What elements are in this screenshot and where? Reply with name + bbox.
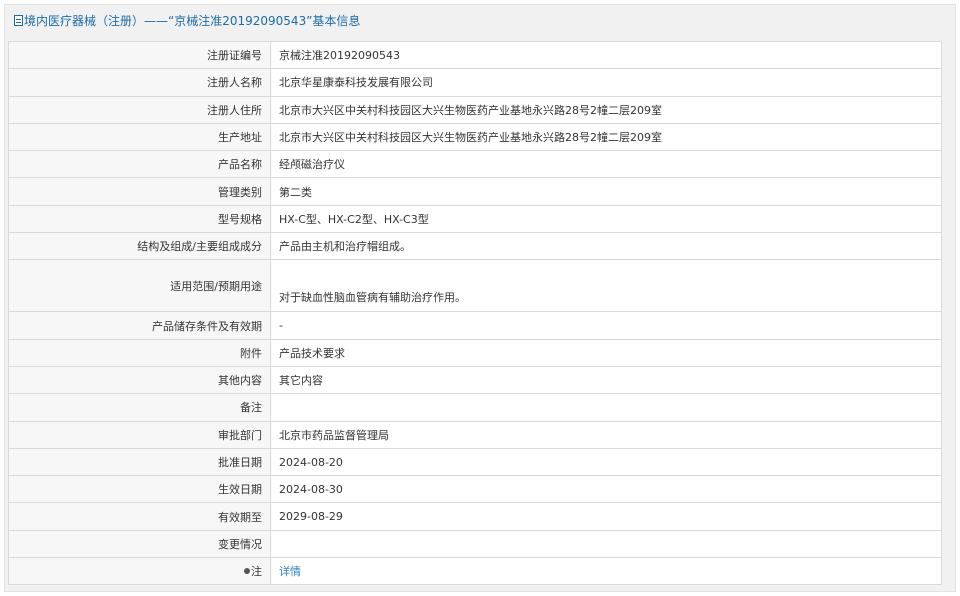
row-label: 产品储存条件及有效期 [8, 311, 271, 340]
details-link[interactable]: 详情 [279, 565, 301, 578]
bullet-icon [244, 568, 250, 575]
row-value: 北京市大兴区中关村科技园区大兴生物医药产业基地永兴路28号2幢二层209室 [270, 122, 942, 152]
row-value: 产品技术要求 [270, 338, 942, 367]
row-value: 北京市大兴区中关村科技园区大兴生物医药产业基地永兴路28号2幢二层209室 [270, 95, 942, 124]
table-row: 注册人名称 北京华星康泰科技发展有限公司 [8, 68, 942, 97]
row-label: 注册证编号 [8, 40, 271, 70]
table-row: 批准日期 2024-08-20 [8, 447, 942, 477]
table-row: 注册人住所 北京市大兴区中关村科技园区大兴生物医药产业基地永兴路28号2幢二层2… [8, 95, 942, 124]
row-label: 结构及组成/主要组成成分 [8, 232, 271, 261]
table-row: 其他内容 其它内容 [8, 365, 942, 395]
row-label: 产品名称 [8, 150, 271, 179]
table-row: 管理类别 第二类 [8, 177, 942, 206]
table-row: 注 详情 [8, 557, 942, 586]
table-row: 变更情况 [8, 529, 942, 559]
table-row: 型号规格 HX-C型、HX-C2型、HX-C3型 [8, 204, 942, 234]
table-row: 生产地址 北京市大兴区中关村科技园区大兴生物医药产业基地永兴路28号2幢二层20… [8, 122, 942, 152]
row-value: 北京市药品监督管理局 [270, 420, 942, 449]
document-icon [14, 15, 23, 26]
note-label-cell: 注 [8, 557, 271, 586]
row-value: 对于缺血性脑血管病有辅助治疗作用。 [270, 259, 942, 313]
page-title: 境内医疗器械（注册）——“京械注准20192090543”基本信息 [24, 14, 361, 28]
row-value: 第二类 [270, 177, 942, 206]
row-label: 有效期至 [8, 502, 271, 531]
row-value [270, 529, 942, 559]
row-value: 经颅磁治疗仪 [270, 150, 942, 179]
table-row: 结构及组成/主要组成成分 产品由主机和治疗帽组成。 [8, 232, 942, 261]
row-value: 北京华星康泰科技发展有限公司 [270, 68, 942, 97]
row-label: 生效日期 [8, 475, 271, 504]
info-table: 注册证编号 京械注准20192090543 注册人名称 北京华星康泰科技发展有限… [8, 40, 942, 586]
row-label: 型号规格 [8, 204, 271, 234]
row-label: 审批部门 [8, 420, 271, 449]
row-label: 变更情况 [8, 529, 271, 559]
table-row: 备注 [8, 393, 942, 422]
row-label: 备注 [8, 393, 271, 422]
table-row: 注册证编号 京械注准20192090543 [8, 40, 942, 70]
row-label: 附件 [8, 338, 271, 367]
row-value: 2029-08-29 [270, 502, 942, 531]
row-value: 2024-08-30 [270, 475, 942, 504]
row-label: 注册人住所 [8, 95, 271, 124]
row-value [270, 393, 942, 422]
row-value: 京械注准20192090543 [270, 40, 942, 70]
row-label: 注册人名称 [8, 68, 271, 97]
table-row: 审批部门 北京市药品监督管理局 [8, 420, 942, 449]
row-label: 其他内容 [8, 365, 271, 395]
row-value: 其它内容 [270, 365, 942, 395]
table-row: 有效期至 2029-08-29 [8, 502, 942, 531]
row-value: - [270, 311, 942, 340]
row-label: 适用范围/预期用途 [8, 259, 271, 313]
row-value: 产品由主机和治疗帽组成。 [270, 232, 942, 261]
table-row: 附件 产品技术要求 [8, 338, 942, 367]
row-label: 注 [251, 565, 262, 579]
row-label: 生产地址 [8, 122, 271, 152]
page-title-bar: 境内医疗器械（注册）——“京械注准20192090543”基本信息 [5, 5, 955, 37]
row-value: 2024-08-20 [270, 447, 942, 477]
table-row: 生效日期 2024-08-30 [8, 475, 942, 504]
row-value: HX-C型、HX-C2型、HX-C3型 [270, 204, 942, 234]
row-value: 详情 [270, 557, 942, 586]
table-row: 产品储存条件及有效期 - [8, 311, 942, 340]
row-label: 管理类别 [8, 177, 271, 206]
table-row: 产品名称 经颅磁治疗仪 [8, 150, 942, 179]
row-label: 批准日期 [8, 447, 271, 477]
table-row: 适用范围/预期用途 对于缺血性脑血管病有辅助治疗作用。 [8, 259, 942, 313]
